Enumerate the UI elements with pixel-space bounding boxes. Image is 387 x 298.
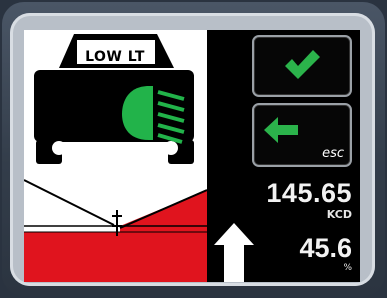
headlamp-aim-panel: LOW LT xyxy=(24,30,207,282)
confirm-button[interactable] xyxy=(252,35,352,97)
esc-button[interactable]: esc xyxy=(252,103,352,167)
beam-pattern-chart xyxy=(24,172,207,282)
checkmark-icon xyxy=(285,50,320,79)
intensity-value: 145.65 xyxy=(266,178,352,208)
up-arrow-icon xyxy=(214,223,254,282)
beam-mode-label: LOW LT xyxy=(85,49,145,65)
aim-unit: % xyxy=(343,263,352,273)
headlamp-aim-graphic xyxy=(24,30,207,282)
intensity-unit: KCD xyxy=(326,208,352,221)
aim-value: 45.6 xyxy=(299,233,352,263)
display-screen: LOW LT esc 145.65 KCD 45.6 % xyxy=(24,30,360,282)
esc-label: esc xyxy=(322,146,344,161)
left-arrow-icon xyxy=(264,117,298,143)
